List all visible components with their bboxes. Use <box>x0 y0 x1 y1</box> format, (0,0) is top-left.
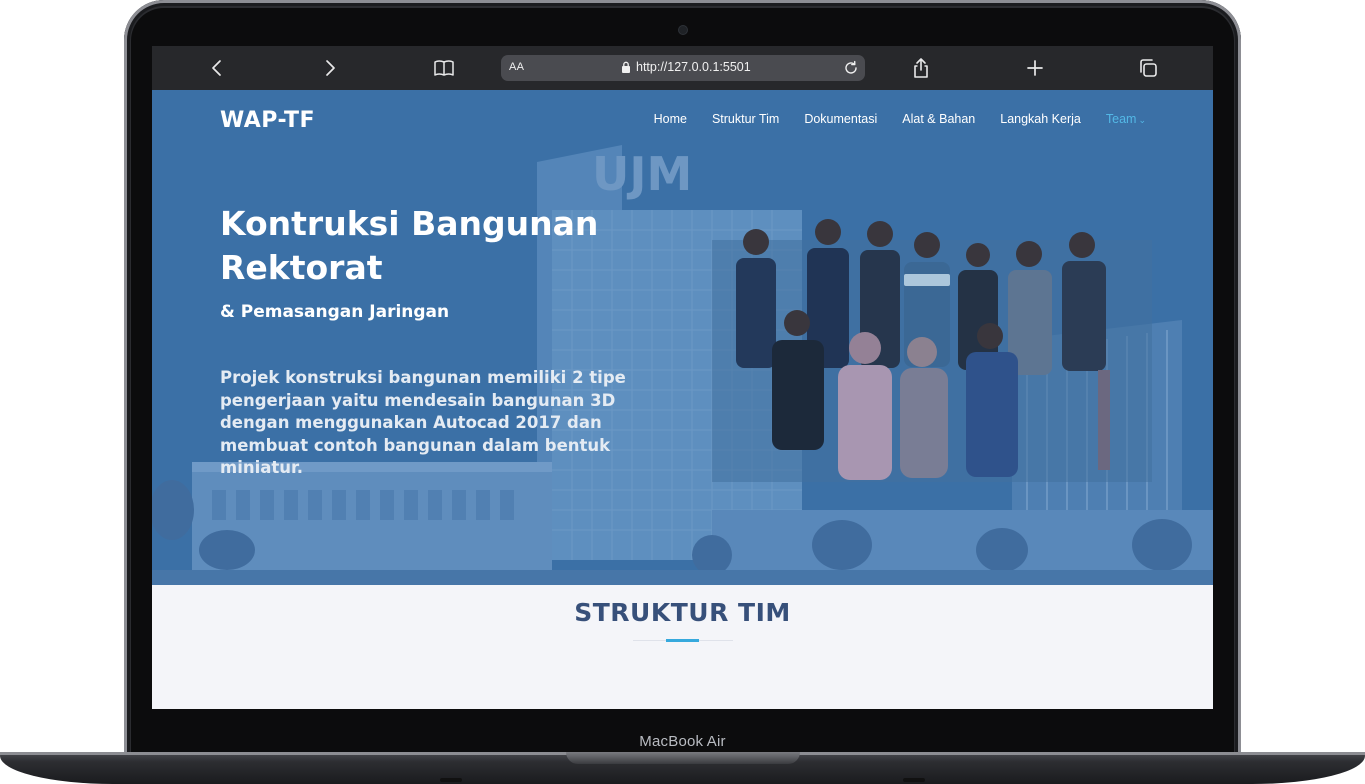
site-navbar: WAP-TF Home Struktur Tim Dokumentasi Ala… <box>152 90 1213 152</box>
bookmarks-icon[interactable] <box>433 57 455 79</box>
camera-icon <box>679 26 687 34</box>
main-nav: Home Struktur Tim Dokumentasi Alat & Bah… <box>654 112 1146 126</box>
back-icon[interactable] <box>206 57 228 79</box>
nav-item-team-label: Team <box>1105 112 1137 126</box>
device-model-label: MacBook Air <box>639 733 726 750</box>
share-icon[interactable] <box>910 57 932 79</box>
reload-icon[interactable] <box>842 59 860 77</box>
nav-item-dokumentasi[interactable]: Dokumentasi <box>804 112 877 126</box>
hero-description: Projek konstruksi bangunan memiliki 2 ti… <box>220 368 626 477</box>
hero-background: UJM <box>152 90 1213 585</box>
laptop-foot <box>440 778 462 782</box>
hero-title: Kontruksi Bangunan Rektorat <box>220 204 599 287</box>
site-logo[interactable]: WAP-TF <box>220 108 315 133</box>
nav-item-team-dropdown[interactable]: Team ⌄ <box>1106 112 1146 126</box>
forward-icon[interactable] <box>319 57 341 79</box>
chevron-down-icon: ⌄ <box>1138 115 1146 125</box>
laptop-hinge-notch <box>566 752 800 764</box>
nav-item-alat-bahan[interactable]: Alat & Bahan <box>902 112 975 126</box>
browser-toolbar: AA http://127.0.0.1:5501 <box>152 46 1213 90</box>
nav-item-struktur-tim[interactable]: Struktur Tim <box>712 112 779 126</box>
hero-section: UJM WAP-TF Home Struktur Tim Dokumentasi… <box>152 90 1213 585</box>
laptop-foot <box>903 778 925 782</box>
tabs-icon[interactable] <box>1137 57 1159 79</box>
nav-item-home[interactable]: Home <box>654 112 687 126</box>
url-text: http://127.0.0.1:5501 <box>636 60 751 74</box>
section-divider-accent <box>666 639 699 642</box>
new-tab-icon[interactable] <box>1024 57 1046 79</box>
url-display[interactable]: http://127.0.0.1:5501 <box>621 60 751 74</box>
hero-subtitle: & Pemasangan Jaringan <box>220 302 450 322</box>
text-size-button[interactable]: AA <box>509 61 524 73</box>
nav-item-langkah-kerja[interactable]: Langkah Kerja <box>1000 112 1081 126</box>
section-title: STRUKTUR TIM <box>574 598 791 627</box>
address-bar[interactable]: AA http://127.0.0.1:5501 <box>501 55 865 81</box>
lock-icon <box>622 61 630 73</box>
screen: AA http://127.0.0.1:5501 UJM WAP-TF Home… <box>152 46 1213 709</box>
